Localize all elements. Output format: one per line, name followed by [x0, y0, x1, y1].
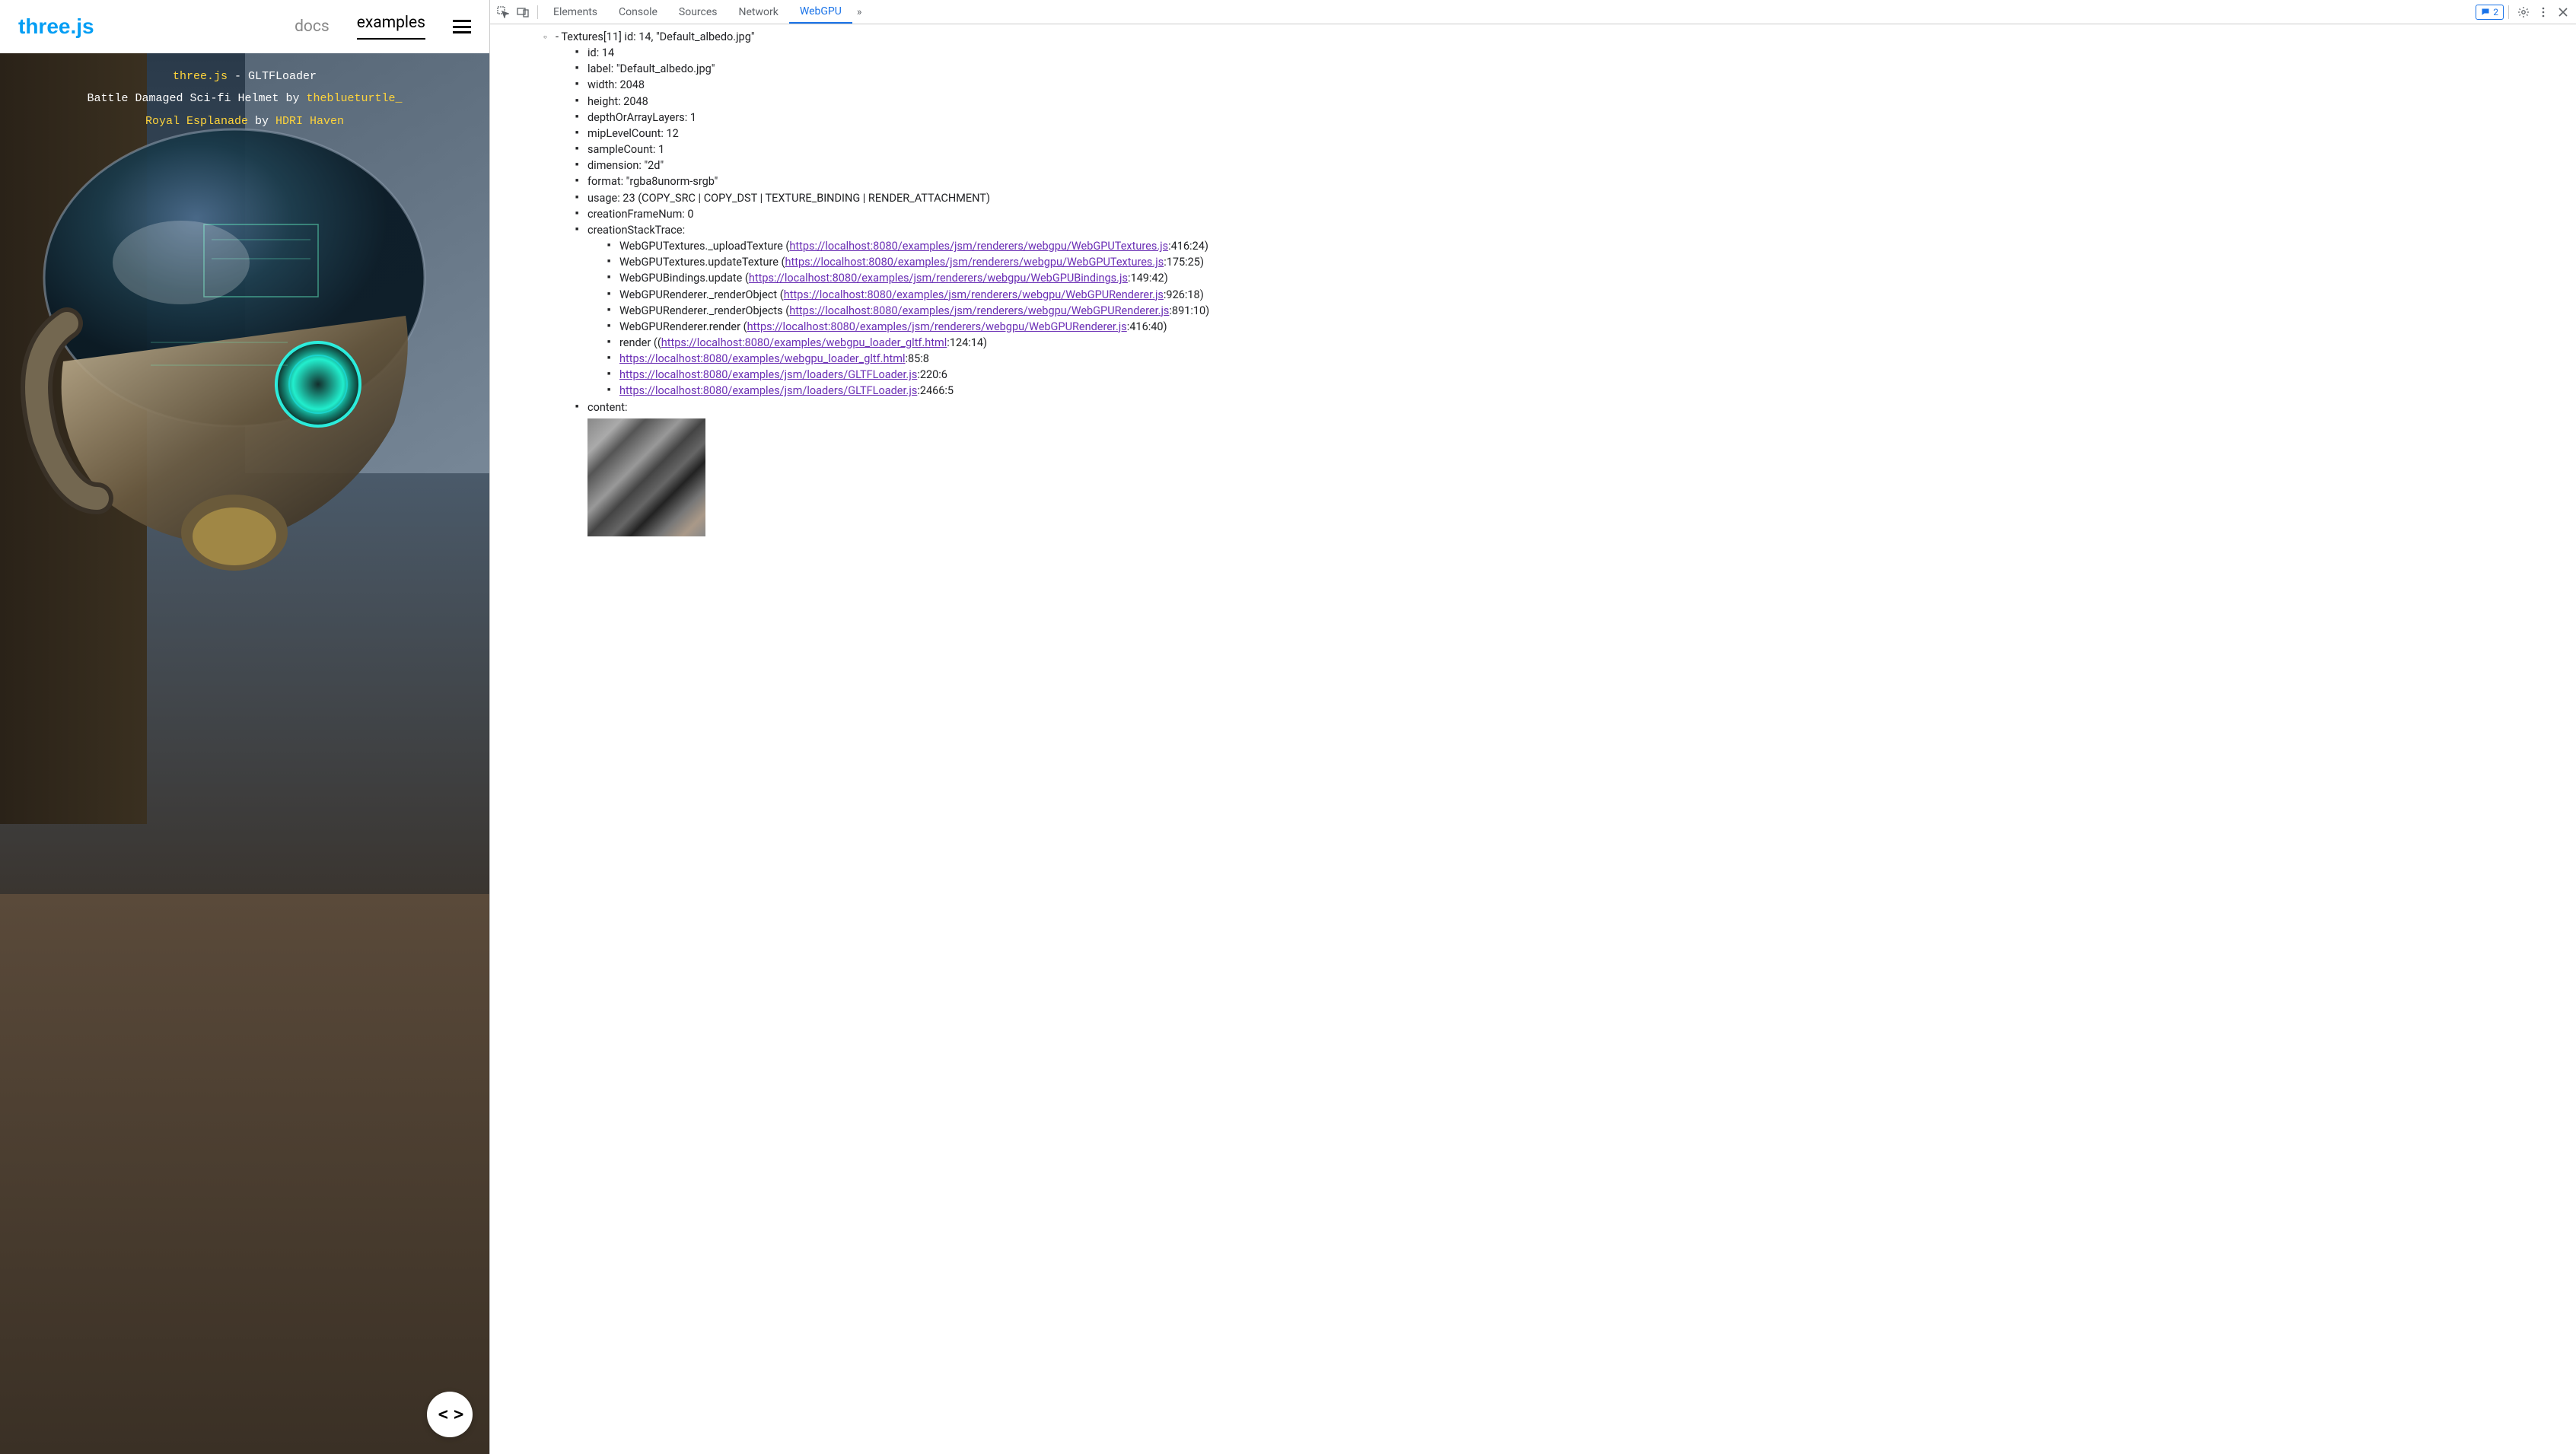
texture-node[interactable]: - Textures[11] id: 14, "Default_albedo.j…: [545, 29, 2567, 536]
stack-frame: WebGPUTextures.updateTexture (https://lo…: [609, 254, 2567, 270]
tab-sources[interactable]: Sources: [668, 2, 728, 23]
tab-network[interactable]: Network: [728, 2, 789, 23]
stack-frame: https://localhost:8080/examples/jsm/load…: [609, 367, 2567, 383]
prop-usage: usage: 23 (COPY_SRC | COPY_DST | TEXTURE…: [577, 190, 2567, 206]
prop-depth: depthOrArrayLayers: 1: [577, 110, 2567, 126]
prop-creation-frame: creationFrameNum: 0: [577, 206, 2567, 222]
prop-format: format: "rgba8unorm-srgb": [577, 173, 2567, 189]
canvas-overlay-text: three.js - GLTFLoader Battle Damaged Sci…: [0, 65, 489, 132]
prop-mip: mipLevelCount: 12: [577, 126, 2567, 142]
helmet-3d-render: [0, 126, 489, 597]
settings-icon[interactable]: [2514, 2, 2533, 22]
stack-source-link[interactable]: https://localhost:8080/examples/jsm/load…: [619, 384, 917, 397]
stack-source-link[interactable]: https://localhost:8080/examples/webgpu_l…: [661, 336, 947, 349]
kebab-menu-icon[interactable]: [2533, 2, 2553, 22]
devtools-panel: Elements Console Sources Network WebGPU …: [489, 0, 2576, 1454]
stack-frame: https://localhost:8080/examples/jsm/load…: [609, 383, 2567, 399]
stack-frame: WebGPUTextures._uploadTexture (https://l…: [609, 238, 2567, 254]
threejs-link[interactable]: three.js: [173, 70, 228, 83]
prop-width: width: 2048: [577, 77, 2567, 93]
threejs-viewer-panel: three.js docs examples three.js - GLTFLo…: [0, 0, 489, 1454]
nav-docs[interactable]: docs: [295, 17, 330, 36]
device-toolbar-icon[interactable]: [513, 2, 533, 22]
stack-frame: WebGPUBindings.update (https://localhost…: [609, 270, 2567, 286]
tab-webgpu[interactable]: WebGPU: [789, 1, 852, 24]
texture-thumbnail[interactable]: [587, 418, 705, 536]
stack-source-link[interactable]: https://localhost:8080/examples/jsm/rend…: [789, 304, 1169, 317]
stack-frame: WebGPURenderer.render (https://localhost…: [609, 319, 2567, 335]
nav-examples[interactable]: examples: [357, 14, 425, 40]
stack-frame: https://localhost:8080/examples/webgpu_l…: [609, 351, 2567, 367]
inspect-element-icon[interactable]: [493, 2, 513, 22]
stack-frame: WebGPURenderer._renderObject (https://lo…: [609, 287, 2567, 303]
prop-label: label: "Default_albedo.jpg": [577, 61, 2567, 77]
stack-source-link[interactable]: https://localhost:8080/examples/jsm/rend…: [784, 288, 1164, 301]
prop-stack-trace[interactable]: creationStackTrace: WebGPUTextures._uplo…: [577, 222, 2567, 399]
devtools-content[interactable]: - Textures[11] id: 14, "Default_albedo.j…: [490, 24, 2576, 1454]
feedback-badge[interactable]: 2: [2476, 5, 2504, 20]
threejs-logo[interactable]: three.js: [18, 14, 94, 39]
viewer-canvas[interactable]: three.js - GLTFLoader Battle Damaged Sci…: [0, 53, 489, 1454]
prop-height: height: 2048: [577, 94, 2567, 110]
stack-source-link[interactable]: https://localhost:8080/examples/jsm/rend…: [785, 256, 1164, 269]
author-link[interactable]: theblueturtle_: [307, 92, 403, 105]
stack-source-link[interactable]: https://localhost:8080/examples/webgpu_l…: [619, 352, 905, 365]
hdri-location-link[interactable]: Royal Esplanade: [145, 115, 248, 128]
prop-dimension: dimension: "2d": [577, 157, 2567, 173]
view-source-button[interactable]: < >: [427, 1392, 473, 1437]
stack-source-link[interactable]: https://localhost:8080/examples/jsm/rend…: [789, 240, 1168, 253]
stack-source-link[interactable]: https://localhost:8080/examples/jsm/rend…: [749, 272, 1128, 285]
devtools-toolbar: Elements Console Sources Network WebGPU …: [490, 0, 2576, 24]
hdri-haven-link[interactable]: HDRI Haven: [275, 115, 344, 128]
prop-sample: sampleCount: 1: [577, 142, 2567, 157]
viewer-header: three.js docs examples: [0, 0, 489, 53]
prop-content: content:: [577, 399, 2567, 536]
stack-source-link[interactable]: https://localhost:8080/examples/jsm/load…: [619, 368, 917, 381]
more-tabs-icon[interactable]: »: [852, 6, 867, 18]
tab-console[interactable]: Console: [608, 2, 668, 23]
stack-frame: WebGPURenderer._renderObjects (https://l…: [609, 303, 2567, 319]
stack-source-link[interactable]: https://localhost:8080/examples/jsm/rend…: [747, 320, 1127, 333]
stack-frame: render ((https://localhost:8080/examples…: [609, 335, 2567, 351]
tab-elements[interactable]: Elements: [543, 2, 608, 23]
menu-icon[interactable]: [453, 20, 471, 33]
close-icon[interactable]: [2553, 2, 2573, 22]
prop-id: id: 14: [577, 45, 2567, 61]
